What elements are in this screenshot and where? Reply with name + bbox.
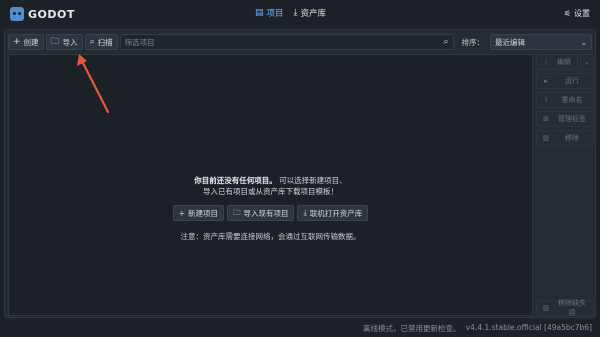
- plus-icon: +: [178, 208, 185, 218]
- download-icon: ⤓: [303, 208, 307, 217]
- empty-message-line1: 你目前还没有任何项目。 可以选择新建项目、: [9, 175, 532, 186]
- filter-projects-input[interactable]: [124, 37, 444, 47]
- download-icon: ⤓: [293, 8, 298, 18]
- empty-state: 你目前还没有任何项目。 可以选择新建项目、 导入已有项目或从资产库下载项目模板！…: [9, 175, 532, 242]
- search-icon: ⌕: [443, 37, 449, 47]
- folder-icon: 🗀: [232, 207, 241, 217]
- new-project-label: 新建项目: [187, 208, 218, 218]
- sort-value: 最近编辑: [495, 37, 525, 47]
- status-bar: 离线模式，已禁用更新检查。 v4.4.1.stable.official [49…: [0, 320, 600, 337]
- create-label: 创建: [23, 37, 39, 47]
- trash-icon: ▥: [542, 134, 550, 142]
- chevron-down-icon: ⌄: [584, 58, 590, 66]
- version-label[interactable]: v4.4.1.stable.official [49a5bc7b6]: [466, 323, 592, 332]
- filter-projects-field[interactable]: ⌕: [119, 34, 454, 50]
- settings-sliders-icon: ⚟: [563, 9, 571, 18]
- empty-message-rest: 可以选择新建项目、: [279, 176, 347, 185]
- scan-button[interactable]: ⌕ 扫描: [84, 34, 118, 50]
- search-icon: ⌕: [89, 37, 95, 47]
- edit-icon: ⋮: [542, 58, 550, 66]
- manage-tags-button[interactable]: ⊞ 管理标签: [536, 111, 594, 127]
- import-existing-project-button[interactable]: 🗀 导入现有项目: [226, 205, 295, 221]
- top-navigation: ▤ 项目 ⤓ 资产库: [255, 7, 326, 19]
- chevron-down-icon: ⌄: [580, 37, 587, 47]
- rename-button[interactable]: I 重命名: [536, 92, 594, 108]
- project-actions-sidebar: ⋮ 编辑 ⌄ ▸ 运行 I 重命名 ⊞ 管理标签 ▥ 移除 ▥ 移除缺失项: [536, 54, 594, 317]
- empty-message-bold: 你目前还没有任何项目。: [194, 176, 277, 185]
- project-list-icon: ▤: [255, 8, 264, 18]
- run-button[interactable]: ▸ 运行: [536, 73, 594, 89]
- import-existing-label: 导入现有项目: [243, 208, 289, 218]
- remove-label: 移除: [565, 134, 579, 142]
- edit-button[interactable]: ⋮ 编辑: [536, 54, 578, 70]
- create-button[interactable]: + 创建: [8, 34, 44, 50]
- edit-row: ⋮ 编辑 ⌄: [536, 54, 594, 70]
- new-project-button[interactable]: + 新建项目: [172, 205, 224, 221]
- play-icon: ▸: [544, 77, 548, 85]
- network-note: 注意：资产库需要连接网络，会通过互联网传输数据。: [180, 232, 361, 241]
- tab-projects[interactable]: ▤ 项目: [255, 7, 284, 19]
- rename-label: 重命名: [561, 96, 583, 104]
- remove-missing-label: 移除缺失项: [558, 299, 586, 317]
- import-button[interactable]: 🗀 导入: [45, 34, 83, 50]
- tab-asset-library[interactable]: ⤓ 资产库: [294, 7, 327, 19]
- open-asset-library-label: 联机打开资产库: [309, 208, 363, 218]
- project-list: 你目前还没有任何项目。 可以选择新建项目、 导入已有项目或从资产库下载项目模板！…: [8, 54, 533, 316]
- run-label: 运行: [565, 77, 579, 85]
- trash-icon: ▥: [542, 304, 550, 312]
- project-toolbar: + 创建 🗀 导入 ⌕ 扫描 ⌕ 排序： 最近编辑 ⌄: [8, 33, 592, 51]
- tag-icon: ⊞: [543, 115, 549, 123]
- edit-dropdown-button[interactable]: ⌄: [580, 54, 594, 70]
- tab-asset-library-label: 资产库: [300, 9, 327, 19]
- empty-message-line2: 导入已有项目或从资产库下载项目模板！: [203, 187, 338, 196]
- title-bar: GODOT ▤ 项目 ⤓ 资产库 ⚟ 设置: [0, 0, 600, 28]
- settings-label: 设置: [574, 9, 590, 18]
- scan-label: 扫描: [97, 37, 113, 47]
- project-manager-panel: + 创建 🗀 导入 ⌕ 扫描 ⌕ 排序： 最近编辑 ⌄ 你目前还没有任何项目。 …: [4, 29, 596, 318]
- remove-button[interactable]: ▥ 移除: [536, 130, 594, 146]
- settings-button[interactable]: ⚟ 设置: [564, 8, 590, 19]
- godot-logo-icon: [10, 7, 24, 21]
- tab-projects-label: 项目: [266, 9, 284, 19]
- remove-missing-button[interactable]: ▥ 移除缺失项: [536, 299, 594, 317]
- plus-icon: +: [13, 37, 21, 47]
- manage-tags-label: 管理标签: [558, 115, 586, 123]
- status-message: 离线模式，已禁用更新检查。: [363, 324, 461, 333]
- sort-label: 排序：: [461, 37, 485, 47]
- import-label: 导入: [62, 37, 78, 47]
- app-name: GODOT: [28, 7, 75, 21]
- open-asset-library-button[interactable]: ⤓ 联机打开资产库: [297, 205, 369, 221]
- folder-icon: 🗀: [50, 37, 60, 47]
- text-cursor-icon: I: [544, 96, 548, 104]
- app-logo: GODOT: [10, 7, 75, 21]
- sort-dropdown[interactable]: 最近编辑 ⌄: [490, 34, 592, 50]
- edit-label: 编辑: [557, 58, 571, 66]
- empty-state-actions: + 新建项目 🗀 导入现有项目 ⤓ 联机打开资产库: [9, 205, 532, 221]
